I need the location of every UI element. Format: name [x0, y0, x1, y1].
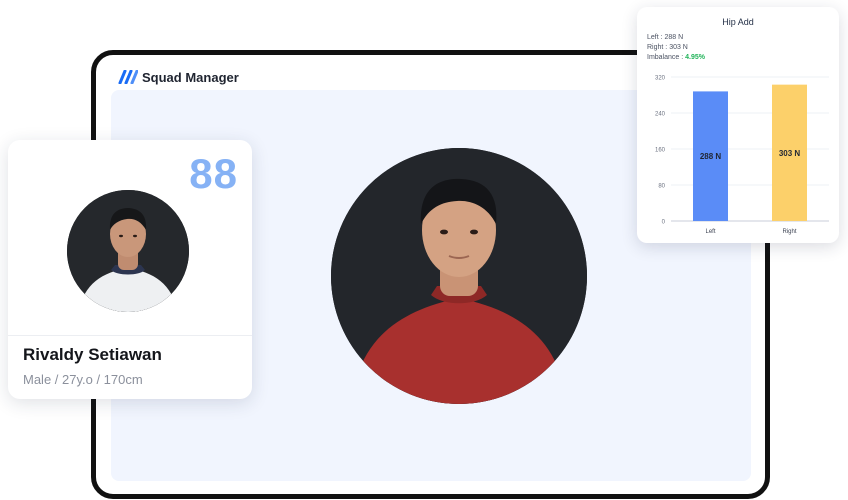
athlete-portrait-large — [331, 148, 587, 404]
y-tick-label: 320 — [655, 76, 666, 82]
athlete-details: Male / 27y.o / 170cm — [23, 372, 143, 387]
y-tick-label: 80 — [658, 184, 665, 190]
brand-name: Squad Manager — [142, 69, 239, 85]
athlete-name: Rivaldy Setiawan — [23, 345, 162, 364]
card-divider — [8, 335, 252, 336]
bar-data-label: 303 N — [779, 149, 801, 158]
athlete-profile-card[interactable]: 88 Rivaldy Setiawan Male / 27y.o / 170cm — [8, 140, 252, 399]
athlete-portrait-small — [67, 190, 189, 312]
y-tick-label: 240 — [655, 112, 666, 118]
x-tick-label: Left — [705, 229, 715, 235]
y-tick-label: 160 — [655, 148, 666, 154]
x-tick-label: Right — [782, 229, 796, 235]
brand[interactable]: Squad Manager — [118, 67, 239, 87]
bar-data-label: 288 N — [700, 152, 722, 161]
hip-add-bar-chart: 0 80 160 240 320 288 N Left 303 N Right — [655, 76, 829, 235]
hip-add-chart-card[interactable]: Hip Add Left : 288 N Right : 303 N Imbal… — [637, 7, 839, 243]
stage: Squad Manager 88 Rivaldy Setiawan Male /… — [0, 0, 848, 500]
squad-manager-logo-icon — [118, 70, 138, 84]
athlete-photo-large-image — [331, 148, 587, 404]
athlete-photo-small-image — [67, 190, 189, 312]
athlete-score: 88 — [189, 150, 238, 197]
y-tick-label: 0 — [662, 220, 666, 226]
